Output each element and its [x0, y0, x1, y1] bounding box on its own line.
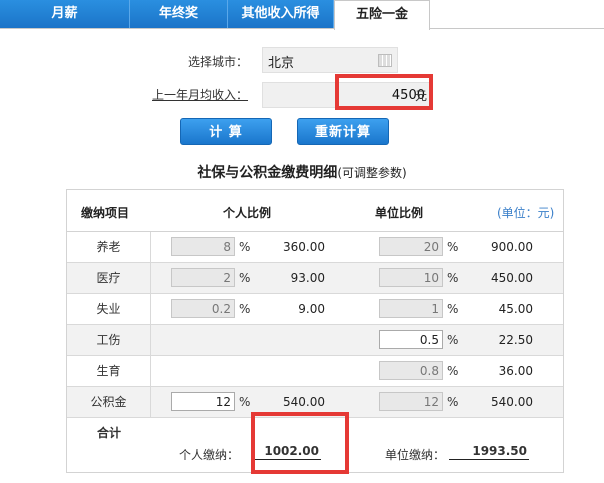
- income-label: 上一年月均收入：: [152, 88, 249, 102]
- recalculate-button[interactable]: 重新计算: [297, 118, 389, 145]
- company-cell: % 900.00: [379, 232, 563, 262]
- personal-rate-input[interactable]: [171, 392, 235, 411]
- company-cell: % 45.00: [379, 294, 563, 324]
- personal-amount: 93.00: [290, 271, 325, 285]
- company-rate-input[interactable]: [379, 268, 443, 287]
- company-amount: 36.00: [498, 364, 533, 378]
- company-rate-input[interactable]: [379, 237, 443, 256]
- pct-sign: %: [447, 302, 459, 316]
- pct-sign: %: [239, 302, 251, 316]
- table-row: 养老 % 360.00 % 900.00: [67, 232, 563, 263]
- table-row: 失业 % 9.00 % 45.00: [67, 294, 563, 325]
- company-total-label: 单位缴纳：: [385, 448, 446, 462]
- company-amount: 450.00: [491, 271, 533, 285]
- pct-sign: %: [447, 395, 459, 409]
- pct-sign: %: [239, 240, 251, 254]
- company-cell: % 540.00: [379, 387, 563, 417]
- tab-other-income[interactable]: 其他收入所得: [228, 0, 334, 28]
- company-cell: % 36.00: [379, 356, 563, 386]
- company-rate-input[interactable]: [379, 299, 443, 318]
- personal-cell: [151, 356, 379, 386]
- row-name: 医疗: [67, 263, 151, 293]
- tab-divider: [0, 28, 604, 29]
- personal-cell: % 360.00: [151, 232, 379, 262]
- header-unit: (单位：元): [497, 206, 555, 220]
- total-label: 合计: [97, 426, 122, 440]
- company-amount: 22.50: [498, 333, 533, 347]
- personal-rate-input[interactable]: [171, 299, 235, 318]
- personal-cell: % 93.00: [151, 263, 379, 293]
- company-cell: % 450.00: [379, 263, 563, 293]
- pct-sign: %: [239, 395, 251, 409]
- pct-sign: %: [447, 271, 459, 285]
- company-amount: 45.00: [498, 302, 533, 316]
- personal-rate-input[interactable]: [171, 268, 235, 287]
- row-name: 工伤: [67, 325, 151, 355]
- tab-bar: 月薪 年终奖 其他收入所得 五险一金: [0, 0, 604, 30]
- city-label: 选择城市：: [188, 55, 249, 69]
- personal-cell: [151, 325, 379, 355]
- section-note: (可调整参数): [337, 166, 407, 180]
- pct-sign: %: [447, 333, 459, 347]
- company-cell: % 22.50: [379, 325, 563, 355]
- section-title: 社保与公积金缴费明细(可调整参数): [0, 162, 604, 182]
- personal-amount: 360.00: [283, 240, 325, 254]
- section-title-text: 社保与公积金缴费明细: [197, 165, 338, 181]
- personal-amount: 540.00: [283, 395, 325, 409]
- tab-monthly-salary[interactable]: 月薪: [0, 0, 130, 28]
- personal-rate-input[interactable]: [171, 237, 235, 256]
- tab-social-insurance[interactable]: 五险一金: [334, 0, 430, 30]
- table-header: 缴纳项目 个人比例 单位比例 (单位：元): [67, 190, 563, 232]
- grid-icon[interactable]: [378, 54, 392, 67]
- row-name: 生育: [67, 356, 151, 386]
- company-rate-input[interactable]: [379, 361, 443, 380]
- company-amount: 900.00: [491, 240, 533, 254]
- header-personal: 个人比例: [223, 206, 272, 220]
- company-rate-input[interactable]: [379, 330, 443, 349]
- company-total-value: 1993.50: [449, 444, 529, 460]
- table-row: 医疗 % 93.00 % 450.00: [67, 263, 563, 294]
- header-item: 缴纳项目: [81, 206, 130, 220]
- row-name: 失业: [67, 294, 151, 324]
- table-row: 生育 % 36.00: [67, 356, 563, 387]
- calculate-button[interactable]: 计 算: [180, 118, 272, 145]
- highlight-income: [335, 74, 433, 110]
- highlight-personal-total: [251, 412, 349, 474]
- personal-total-label: 个人缴纳：: [179, 448, 240, 462]
- personal-cell: % 9.00: [151, 294, 379, 324]
- company-amount: 540.00: [491, 395, 533, 409]
- company-rate-input[interactable]: [379, 392, 443, 411]
- city-select[interactable]: 北京: [262, 47, 398, 73]
- row-name: 公积金: [67, 387, 151, 417]
- header-company: 单位比例: [375, 206, 424, 220]
- table-row: 工伤 % 22.50: [67, 325, 563, 356]
- pct-sign: %: [447, 240, 459, 254]
- tab-year-end-bonus[interactable]: 年终奖: [130, 0, 228, 28]
- row-name: 养老: [67, 232, 151, 262]
- pct-sign: %: [239, 271, 251, 285]
- personal-amount: 9.00: [298, 302, 325, 316]
- city-value: 北京: [268, 56, 295, 71]
- pct-sign: %: [447, 364, 459, 378]
